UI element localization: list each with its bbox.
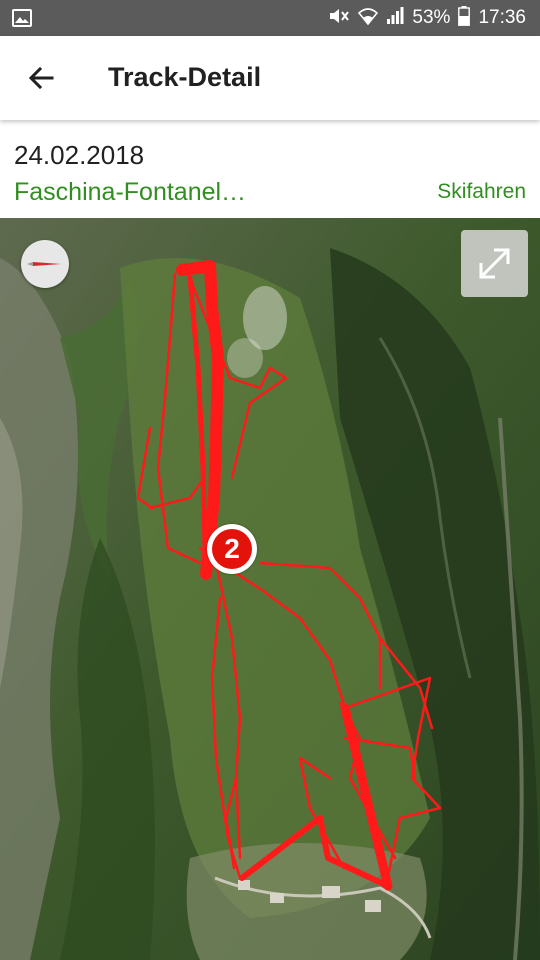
clock: 17:36 [478, 7, 526, 28]
app-bar: Track-Detail [0, 36, 540, 120]
activity-type: Skifahren [437, 180, 526, 203]
satellite-map [0, 218, 540, 960]
track-name[interactable]: Faschina-Fontanel… [14, 178, 274, 207]
back-button[interactable] [22, 58, 62, 98]
compass-icon [21, 262, 69, 292]
page-title: Track-Detail [108, 62, 262, 92]
track-info: 24.02.2018 Faschina-Fontanel… Skifahren [0, 120, 540, 218]
arrow-back-icon [22, 66, 62, 102]
signal-icon [386, 6, 404, 30]
track-date: 24.02.2018 [14, 140, 145, 170]
mute-icon [328, 6, 350, 31]
fullscreen-button[interactable] [461, 230, 528, 297]
track-marker-label: 2 [212, 529, 252, 569]
battery-icon [458, 5, 471, 31]
battery-percent: 53% [412, 7, 451, 28]
map-view[interactable]: 2 [0, 218, 540, 960]
image-icon [12, 9, 32, 32]
compass-button[interactable] [21, 240, 69, 288]
track-marker[interactable]: 2 [207, 524, 257, 574]
status-bar: 53% 17:36 [0, 0, 540, 36]
wifi-icon [358, 6, 379, 31]
expand-icon [461, 248, 528, 301]
